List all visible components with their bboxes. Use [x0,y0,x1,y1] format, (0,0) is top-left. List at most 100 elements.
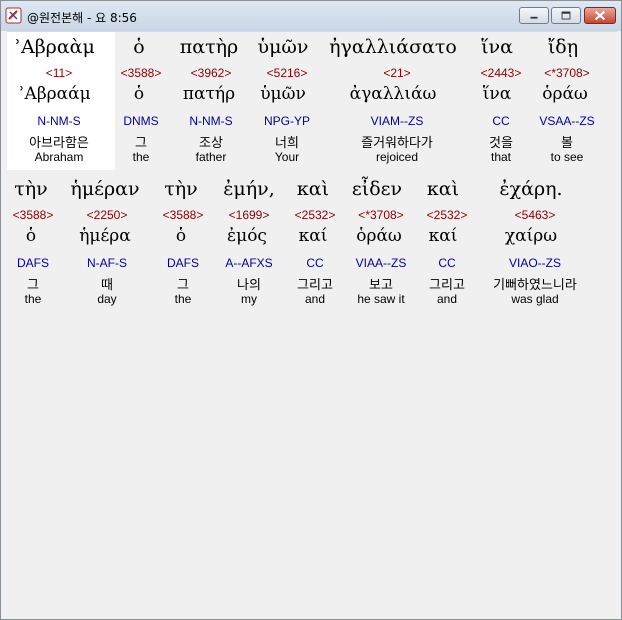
greek-word[interactable]: ἐμήν, [223,178,275,200]
close-button[interactable] [584,7,616,24]
window-title: @원전본해 - 요 8:56 [27,11,137,25]
korean-gloss: 보고 [369,278,393,293]
english-gloss: day [97,292,117,306]
greek-word[interactable]: καὶ [427,178,459,200]
maximize-button[interactable] [551,7,581,24]
korean-gloss: 기뻐하였느니라 [493,278,577,293]
strong-number[interactable]: <2443> [481,66,522,80]
parse-code: NPG-YP [263,114,311,128]
parse-code: DAFS [166,256,200,270]
english-gloss: Your [274,150,300,164]
greek-word[interactable]: ἐχάρη. [499,178,562,200]
parse-code: N-NM-S [189,114,233,128]
korean-gloss: 그 [177,278,189,293]
english-gloss: the [174,292,192,306]
strong-number[interactable]: <*3708> [544,66,589,80]
maximize-icon [561,11,571,20]
app-window: @원전본해 - 요 8:56 ʾΑβραὰμ <11> ʾΑβραάμ N-NM… [0,0,622,620]
strong-number[interactable]: <5463> [515,208,556,222]
korean-gloss: 조상 [199,136,223,151]
korean-gloss: 때 [101,278,113,293]
title-bar[interactable]: @원전본해 - 요 8:56 [1,1,621,31]
minimize-button[interactable] [519,7,549,24]
lemma-word: ʾΑβραάμ [19,84,91,104]
parse-code: VIAM--ZS [370,114,424,128]
greek-word[interactable]: ἴδῃ [548,36,578,58]
english-gloss: and [436,292,458,306]
parse-code: DAFS [16,256,50,270]
greek-word[interactable]: πατὴρ [180,36,238,58]
english-gloss: was glad [511,292,559,306]
parse-code: A--AFXS [225,256,273,270]
english-gloss: the [132,150,150,164]
minimize-icon [530,16,538,19]
lemma-word: ἀγαλλιάω [349,84,437,104]
parse-code: N-NM-S [37,114,81,128]
parse-code: VIAO--ZS [508,256,562,270]
korean-gloss: 그리고 [429,278,465,293]
korean-gloss: 그 [27,278,39,293]
korean-gloss: 것을 [489,136,513,151]
strong-number[interactable]: <2532> [427,208,468,222]
lemma-word: χαίρω [504,226,558,246]
strong-number[interactable]: <3588> [121,66,162,80]
lemma-word: ὁ [25,226,37,246]
english-gloss: to see [550,150,584,164]
parse-code: CC [438,256,456,270]
strong-number[interactable]: <11> [46,66,72,80]
strong-number[interactable]: <21> [383,66,410,80]
korean-gloss: 나의 [237,278,261,293]
english-gloss: my [241,292,257,306]
lemma-word: ἡμέρα [79,226,131,246]
greek-word[interactable]: ὑμῶν [258,36,309,58]
greek-word[interactable]: τὴν [164,178,197,200]
english-gloss: father [195,150,227,164]
english-gloss: rejoiced [375,150,419,164]
lemma-word: ὁράω [356,226,402,246]
strong-number[interactable]: <3588> [13,208,54,222]
parse-code: VSAA--ZS [539,114,595,128]
strong-number[interactable]: <2532> [295,208,336,222]
greek-word[interactable]: τὴν [14,178,47,200]
strong-number[interactable]: <3588> [163,208,204,222]
greek-word[interactable]: ἵνα [481,36,513,58]
bible-app-icon [5,7,22,24]
lemma-word: ὁ [175,226,187,246]
lemma-word: ὁράω [542,84,588,104]
parse-code: VIAA--ZS [355,256,407,270]
parse-code: N-AF-S [87,256,127,270]
lemma-word: ἵνα [482,84,512,104]
parse-code: CC [306,256,324,270]
greek-word[interactable]: εἶδεν [352,178,402,200]
greek-word[interactable]: ὁ [133,36,144,58]
strong-number[interactable]: <5216> [267,66,308,80]
greek-word[interactable]: ἠγαλλιάσατο [329,36,457,58]
parse-code: DNMS [123,114,159,128]
parse-code: CC [492,114,510,128]
greek-word[interactable]: ʾΑβραὰμ [15,36,95,58]
close-icon [594,10,606,21]
greek-word[interactable]: καὶ [297,178,329,200]
lemma-word: καί [428,226,458,246]
lemma-word: ὁ [133,84,145,104]
english-gloss: Abraham [34,150,84,164]
korean-gloss: 아브라함은 [29,136,89,151]
strong-number[interactable]: <2250> [87,208,128,222]
lemma-word: πατήρ [182,84,236,104]
strong-number[interactable]: <3962> [191,66,232,80]
english-gloss: the [24,292,42,306]
lemma-word: καί [298,226,328,246]
lemma-word: ἐμός [227,226,267,246]
korean-gloss: 너희 [275,136,299,151]
korean-gloss: 그 [135,136,147,151]
interlinear-view: ʾΑβραὰμ <11> ʾΑβραάμ N-NM-S 아브라함은 Abraha… [7,31,617,616]
english-gloss: and [304,292,326,306]
english-gloss: that [490,150,512,164]
english-gloss: he saw it [357,292,405,306]
greek-word[interactable]: ἡμέραν [70,178,139,200]
strong-number[interactable]: <*3708> [358,208,403,222]
lemma-word: ὑμῶν [260,84,306,104]
korean-gloss: 그리고 [297,278,333,293]
korean-gloss: 즐거워하다가 [361,136,433,151]
strong-number[interactable]: <1699> [229,208,270,222]
